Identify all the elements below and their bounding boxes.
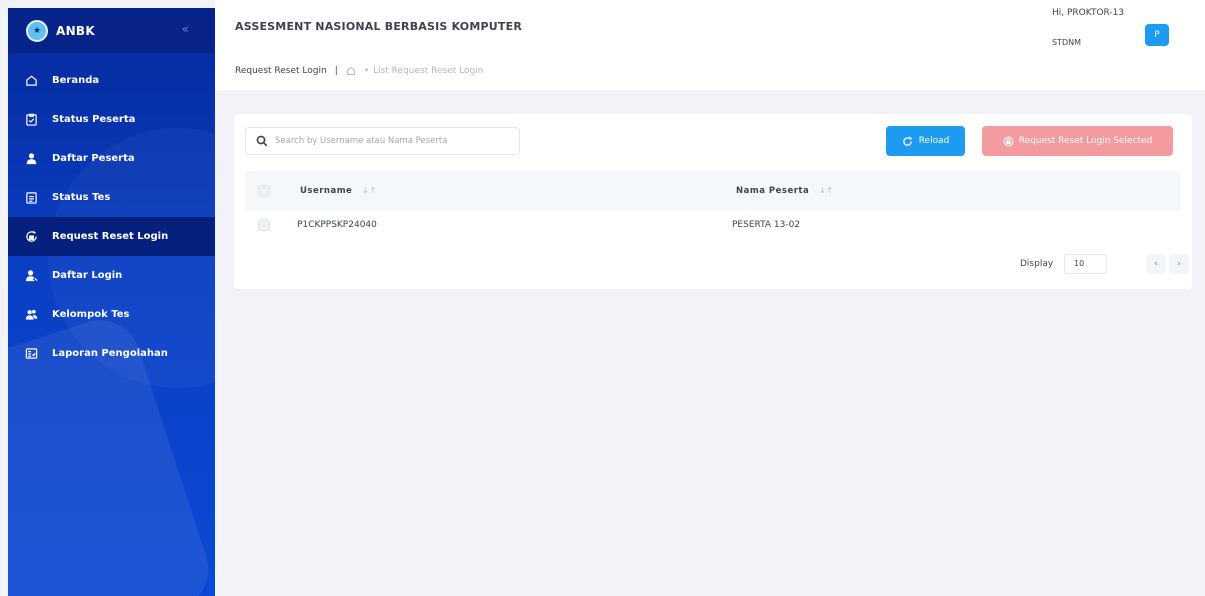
sidebar-item-label: Status Tes: [52, 192, 111, 203]
avatar[interactable]: P: [1145, 24, 1169, 46]
breadcrumb-page-title: Request Reset Login: [235, 66, 327, 76]
app-title: ASSESMENT NASIONAL BERBASIS KOMPUTER: [235, 20, 522, 33]
breadcrumb-current[interactable]: List Request Reset Login: [373, 66, 483, 76]
column-header-username[interactable]: Username ↓↑: [300, 186, 377, 196]
breadcrumb-dot: •: [363, 66, 370, 76]
display-label: Display: [1020, 259, 1054, 269]
sort-icon[interactable]: ↓↑: [819, 186, 833, 195]
clipboard-check-icon: [24, 113, 38, 127]
clipboard-list-icon: [24, 191, 38, 205]
sidebar-item-label: Kelompok Tes: [52, 309, 130, 320]
sidebar-item-label: Status Peserta: [52, 114, 136, 125]
select-all-checkbox[interactable]: [258, 185, 270, 197]
sidebar: ★ ANBK « Beranda Status Peserta Daftar P…: [8, 8, 215, 596]
sidebar-item-beranda[interactable]: Beranda: [8, 61, 215, 100]
reload-icon: [902, 136, 912, 146]
sidebar-item-laporan-pengolahan[interactable]: Laporan Pengolahan: [8, 334, 215, 373]
sidebar-item-status-peserta[interactable]: Status Peserta: [8, 100, 215, 139]
page-size-select[interactable]: 10: [1064, 254, 1107, 274]
search-input[interactable]: [275, 136, 505, 146]
cell-username: P1CKPPSKP24040: [297, 220, 377, 230]
reload-button[interactable]: Reload: [886, 126, 965, 156]
request-reset-label: Request Reset Login Selected: [1018, 136, 1153, 146]
sort-icon[interactable]: ↓↑: [362, 186, 376, 195]
previous-page-button[interactable]: ‹: [1146, 254, 1166, 274]
tut-wuri-logo-icon: ★: [26, 19, 48, 42]
user-login-icon: [24, 269, 38, 283]
sidebar-item-label: Daftar Login: [52, 270, 123, 281]
sidebar-item-label: Daftar Peserta: [52, 153, 135, 164]
row-checkbox[interactable]: [258, 219, 270, 231]
reset-login-card: Reload Request Reset Login Selected User…: [234, 114, 1192, 289]
sidebar-item-daftar-peserta[interactable]: Daftar Peserta: [8, 139, 215, 178]
column-header-nama-peserta[interactable]: Nama Peserta ↓↑: [736, 186, 834, 196]
sidebar-item-kelompok-tes[interactable]: Kelompok Tes: [8, 295, 215, 334]
sidebar-item-request-reset-login[interactable]: Request Reset Login: [8, 217, 215, 256]
search-box[interactable]: [245, 127, 520, 155]
sidebar-item-status-tes[interactable]: Status Tes: [8, 178, 215, 217]
sidebar-item-label: Beranda: [52, 75, 100, 86]
brand-name: ANBK: [56, 23, 95, 38]
user-greeting: Hi, PROKTOR-13: [1052, 8, 1125, 18]
home-icon: [24, 74, 38, 88]
breadcrumb-separator: |: [334, 66, 338, 76]
sidebar-menu: Beranda Status Peserta Daftar Peserta St…: [8, 61, 215, 373]
request-reset-login-selected-button[interactable]: Request Reset Login Selected: [982, 126, 1173, 156]
reload-label: Reload: [918, 136, 950, 146]
user-icon: [24, 152, 38, 166]
home-icon[interactable]: [346, 66, 356, 76]
table-row: P1CKPPSKP24040 PESERTA 13-02: [245, 211, 1181, 241]
sidebar-item-daftar-login[interactable]: Daftar Login: [8, 256, 215, 295]
breadcrumb: Request Reset Login | • List Request Res…: [235, 66, 483, 76]
school-code: STDNM: [1052, 38, 1082, 47]
reset-lock-icon: [1003, 136, 1014, 146]
sidebar-item-label: Laporan Pengolahan: [52, 348, 168, 359]
cell-nama-peserta: PESERTA 13-02: [732, 220, 801, 230]
column-label: Username: [300, 186, 353, 196]
brand[interactable]: ★ ANBK «: [8, 8, 215, 53]
column-label: Nama Peserta: [736, 186, 810, 196]
report-icon: [24, 347, 38, 361]
users-group-icon: [24, 308, 38, 322]
chevrons-left-icon[interactable]: «: [182, 22, 189, 36]
top-header: ASSESMENT NASIONAL BERBASIS KOMPUTER Hi,…: [215, 0, 1205, 90]
reset-lock-icon: [24, 230, 38, 244]
search-icon: [256, 135, 268, 147]
table-header: Username ↓↑ Nama Peserta ↓↑: [245, 171, 1181, 211]
next-page-button[interactable]: ›: [1169, 254, 1189, 274]
sidebar-item-label: Request Reset Login: [52, 231, 169, 242]
